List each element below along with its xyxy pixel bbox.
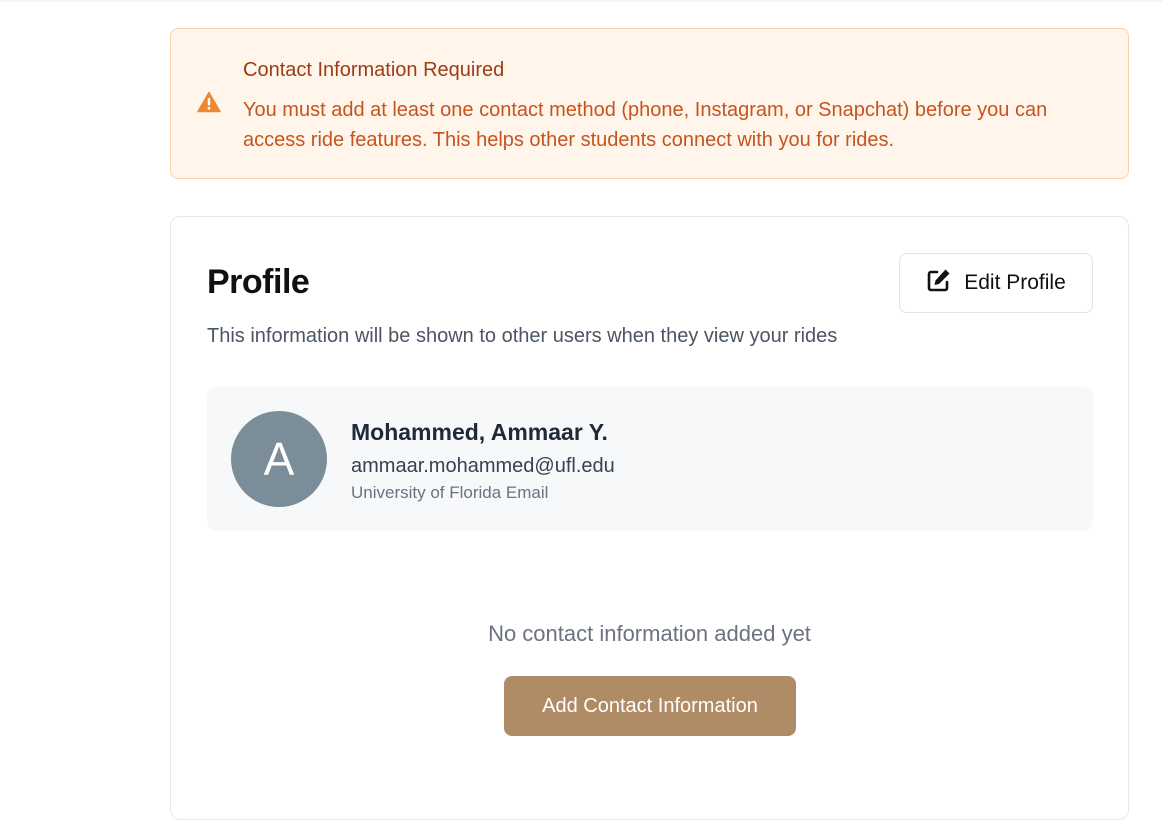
avatar: A xyxy=(231,411,327,507)
edit-profile-label: Edit Profile xyxy=(964,271,1066,294)
user-info-box: A Mohammed, Ammaar Y. ammaar.mohammed@uf… xyxy=(207,387,1093,531)
add-contact-button[interactable]: Add Contact Information xyxy=(504,676,796,736)
edit-profile-button[interactable]: Edit Profile xyxy=(899,253,1093,313)
page-title: Profile xyxy=(207,263,310,301)
alert-title: Contact Information Required xyxy=(243,59,505,81)
top-divider xyxy=(0,0,1162,2)
user-email: ammaar.mohammed@ufl.edu xyxy=(351,455,615,477)
edit-icon xyxy=(926,267,952,299)
user-email-label: University of Florida Email xyxy=(351,483,549,502)
user-name: Mohammed, Ammaar Y. xyxy=(351,419,608,445)
warning-triangle-icon xyxy=(197,91,221,113)
contact-required-alert: Contact Information Required You must ad… xyxy=(170,28,1129,179)
alert-message: You must add at least one contact method… xyxy=(243,99,1048,151)
profile-subtitle: This information will be shown to other … xyxy=(207,325,838,347)
profile-card: Profile Edit Profile This information wi… xyxy=(170,216,1129,820)
empty-contact-message: No contact information added yet xyxy=(488,621,811,646)
